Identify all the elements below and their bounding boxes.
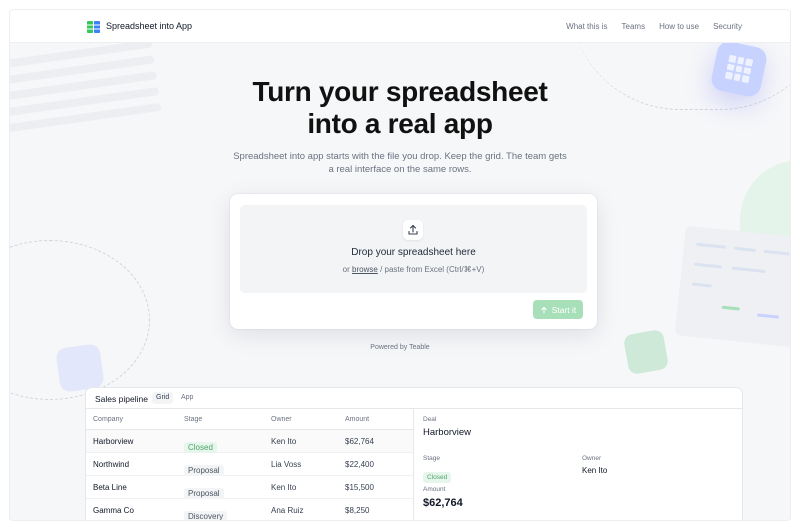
hint-prefix: or bbox=[342, 265, 350, 274]
stage-badge: Discovery bbox=[184, 511, 228, 520]
page-frame: Spreadsheet into App What this is Teams … bbox=[10, 10, 790, 520]
sales-pipeline-preview: Sales pipeline Grid App Company Stage Ow… bbox=[86, 388, 742, 520]
company-cell: Northwind bbox=[93, 460, 130, 469]
stage-label: Stage bbox=[423, 455, 440, 462]
table-row[interactable]: Harborview Closed Ken Ito $62,764 bbox=[86, 430, 413, 453]
column-header-owner: Owner bbox=[271, 416, 292, 423]
decorative-blob bbox=[740, 160, 790, 300]
hint-suffix: / paste from Excel (Ctrl/⌘+V) bbox=[380, 265, 485, 274]
column-header-amount: Amount bbox=[345, 416, 370, 423]
nav-link-teams[interactable]: Teams bbox=[622, 22, 646, 31]
preview-header: Sales pipeline Grid App bbox=[86, 388, 742, 409]
hero-title: Turn your spreadsheet into a real app bbox=[10, 76, 790, 140]
dropzone-hint: or browse / paste from Excel (Ctrl/⌘+V) bbox=[240, 265, 587, 274]
tab-app[interactable]: App bbox=[177, 392, 197, 404]
decorative-arc bbox=[10, 240, 150, 400]
owner-cell: Lia Voss bbox=[271, 460, 302, 469]
deal-label: Deal bbox=[423, 416, 437, 423]
hero-subtitle: Spreadsheet into app starts with the fil… bbox=[233, 151, 567, 175]
nav-link-security[interactable]: Security bbox=[713, 22, 742, 31]
amount-cell: $15,500 bbox=[345, 483, 374, 492]
table-row[interactable]: Gamma Co Discovery Ana Ruiz $8,250 bbox=[86, 499, 413, 520]
powered-by-text: Powered by Teable bbox=[370, 344, 430, 351]
brand-name[interactable]: Spreadsheet into App bbox=[106, 21, 192, 31]
owner-cell: Ken Ito bbox=[271, 483, 297, 492]
spreadsheet-logo-icon[interactable] bbox=[87, 20, 100, 34]
pipeline-table: Company Stage Owner Amount Harborview Cl… bbox=[86, 409, 413, 520]
owner-cell: Ana Ruiz bbox=[271, 506, 304, 515]
nav-links: What this is Teams How to use Security bbox=[566, 22, 742, 31]
browse-link[interactable]: browse bbox=[352, 265, 378, 274]
amount-value: $62,764 bbox=[423, 497, 463, 509]
owner-label: Owner bbox=[582, 455, 602, 462]
table-header: Company Stage Owner Amount bbox=[86, 409, 413, 430]
nav-link-what-this-is[interactable]: What this is bbox=[566, 22, 607, 31]
amount-cell: $22,400 bbox=[345, 460, 374, 469]
hero-title-line-2: into a real app bbox=[307, 108, 493, 139]
upload-icon bbox=[403, 220, 423, 240]
deal-value: Harborview bbox=[423, 427, 472, 438]
arrow-up-icon bbox=[541, 306, 547, 313]
start-button[interactable]: Start it bbox=[533, 300, 583, 319]
top-nav-bar: Spreadsheet into App What this is Teams … bbox=[10, 10, 790, 43]
file-dropzone[interactable]: Drop your spreadsheet here or browse / p… bbox=[240, 205, 587, 293]
upload-card: Drop your spreadsheet here or browse / p… bbox=[230, 194, 597, 329]
column-header-company: Company bbox=[93, 416, 123, 423]
preview-title: Sales pipeline bbox=[95, 394, 148, 404]
column-header-stage: Stage bbox=[184, 416, 203, 423]
tab-grid[interactable]: Grid bbox=[152, 392, 174, 404]
owner-cell: Ken Ito bbox=[271, 437, 297, 446]
company-cell: Harborview bbox=[93, 437, 134, 446]
form-icon bbox=[622, 328, 670, 376]
amount-cell: $8,250 bbox=[345, 506, 370, 515]
start-button-label: Start it bbox=[551, 304, 577, 315]
company-cell: Gamma Co bbox=[93, 506, 134, 515]
nav-link-how-to-use[interactable]: How to use bbox=[659, 22, 699, 31]
hero-title-line-1: Turn your spreadsheet bbox=[252, 76, 548, 107]
company-cell: Beta Line bbox=[93, 483, 127, 492]
dropzone-title: Drop your spreadsheet here bbox=[351, 247, 476, 258]
stage-badge: Proposal bbox=[184, 488, 224, 499]
decorative-table-illustration bbox=[674, 225, 790, 349]
stage-badge: Closed bbox=[184, 442, 217, 453]
table-row[interactable]: Northwind Proposal Lia Voss $22,400 bbox=[86, 453, 413, 476]
amount-cell: $62,764 bbox=[345, 437, 374, 446]
table-row[interactable]: Beta Line Proposal Ken Ito $15,500 bbox=[86, 476, 413, 499]
record-detail-panel: Deal Harborview Stage Closed Owner Ken I… bbox=[413, 409, 742, 520]
amount-label: Amount bbox=[423, 486, 446, 493]
stage-badge: Closed bbox=[423, 472, 452, 483]
owner-value: Ken Ito bbox=[582, 466, 608, 475]
stage-badge: Proposal bbox=[184, 465, 224, 476]
